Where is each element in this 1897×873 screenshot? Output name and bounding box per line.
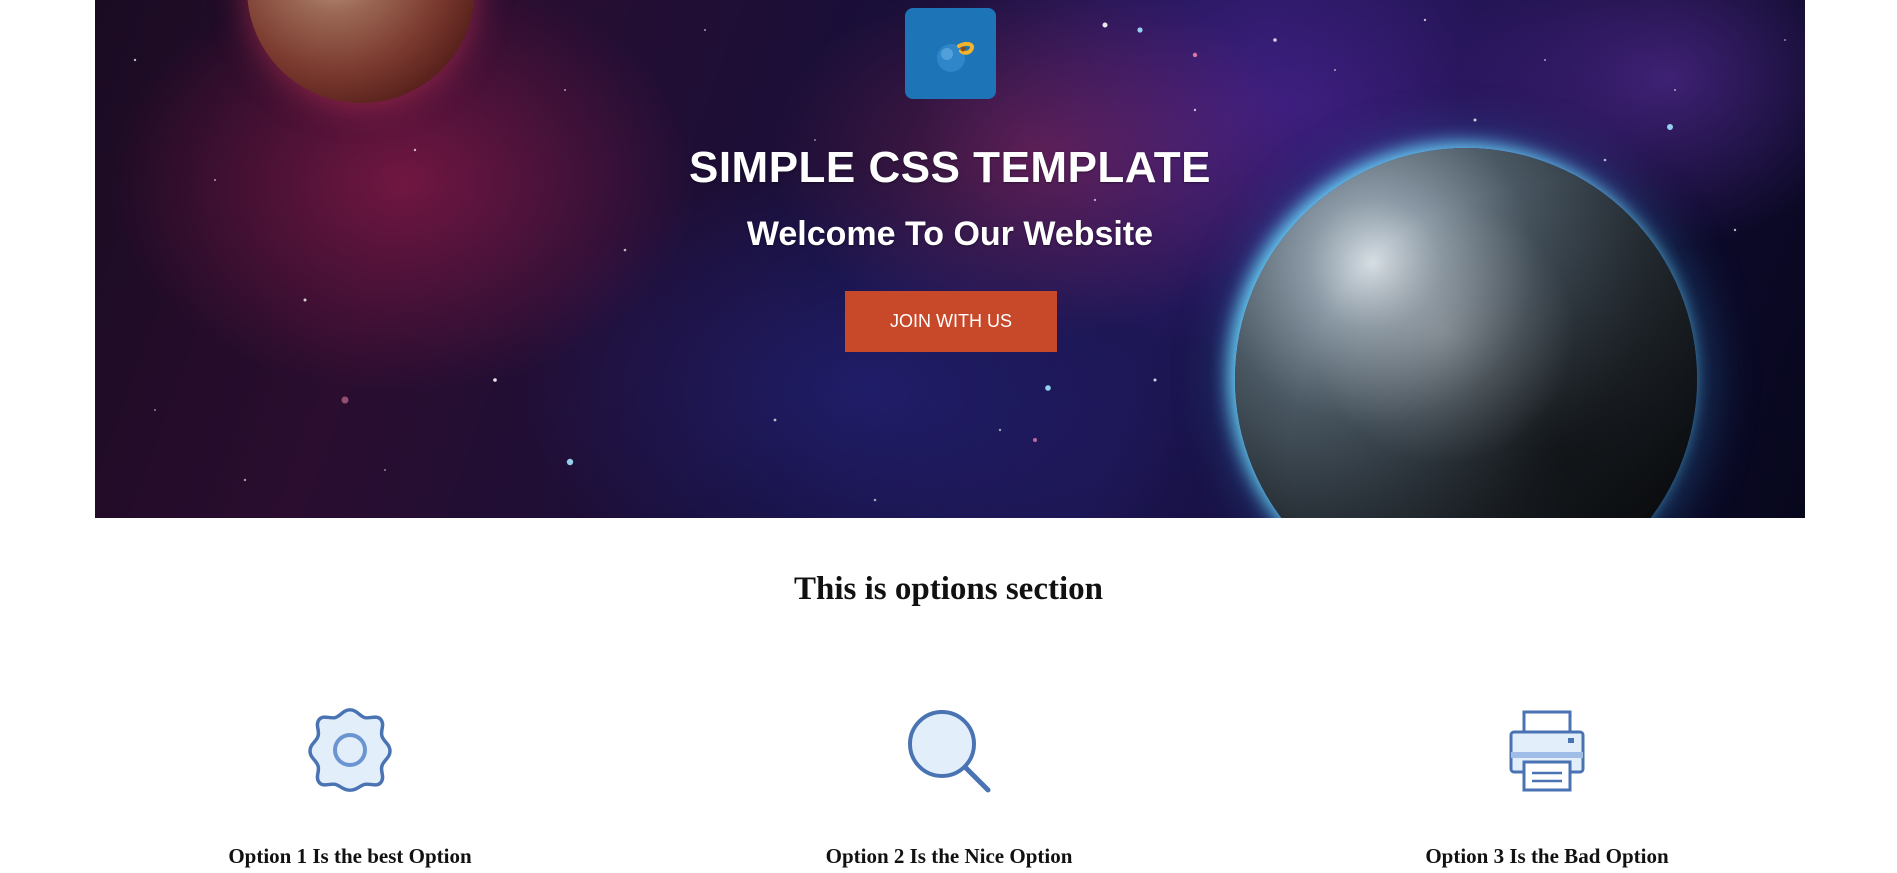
page: SIMPLE CSS TEMPLATE Welcome To Our Websi… [0, 0, 1897, 873]
option-card-2[interactable]: Option 2 Is the Nice Option [749, 702, 1149, 873]
option-1-label: Option 1 Is the best Option [228, 844, 472, 868]
options-section-heading: This is options section [794, 571, 1103, 607]
hero-subtitle: Welcome To Our Website [746, 215, 1154, 253]
join-with-us-button[interactable]: JOIN WITH US [845, 291, 1057, 352]
option-2-label: Option 2 Is the Nice Option [825, 844, 1073, 868]
hero-banner: SIMPLE CSS TEMPLATE Welcome To Our Websi… [95, 0, 1805, 518]
planet-logo-icon [936, 41, 974, 72]
gear-icon [305, 706, 395, 796]
search-icon [904, 706, 994, 796]
hero-title: SIMPLE CSS TEMPLATE [688, 143, 1212, 192]
option-3-label: Option 3 Is the Bad Option [1425, 844, 1669, 868]
printer-icon [1502, 706, 1592, 796]
option-card-1[interactable]: Option 1 Is the best Option [150, 702, 550, 873]
option-card-3[interactable]: Option 3 Is the Bad Option [1347, 702, 1747, 873]
logo-badge[interactable] [905, 8, 996, 99]
